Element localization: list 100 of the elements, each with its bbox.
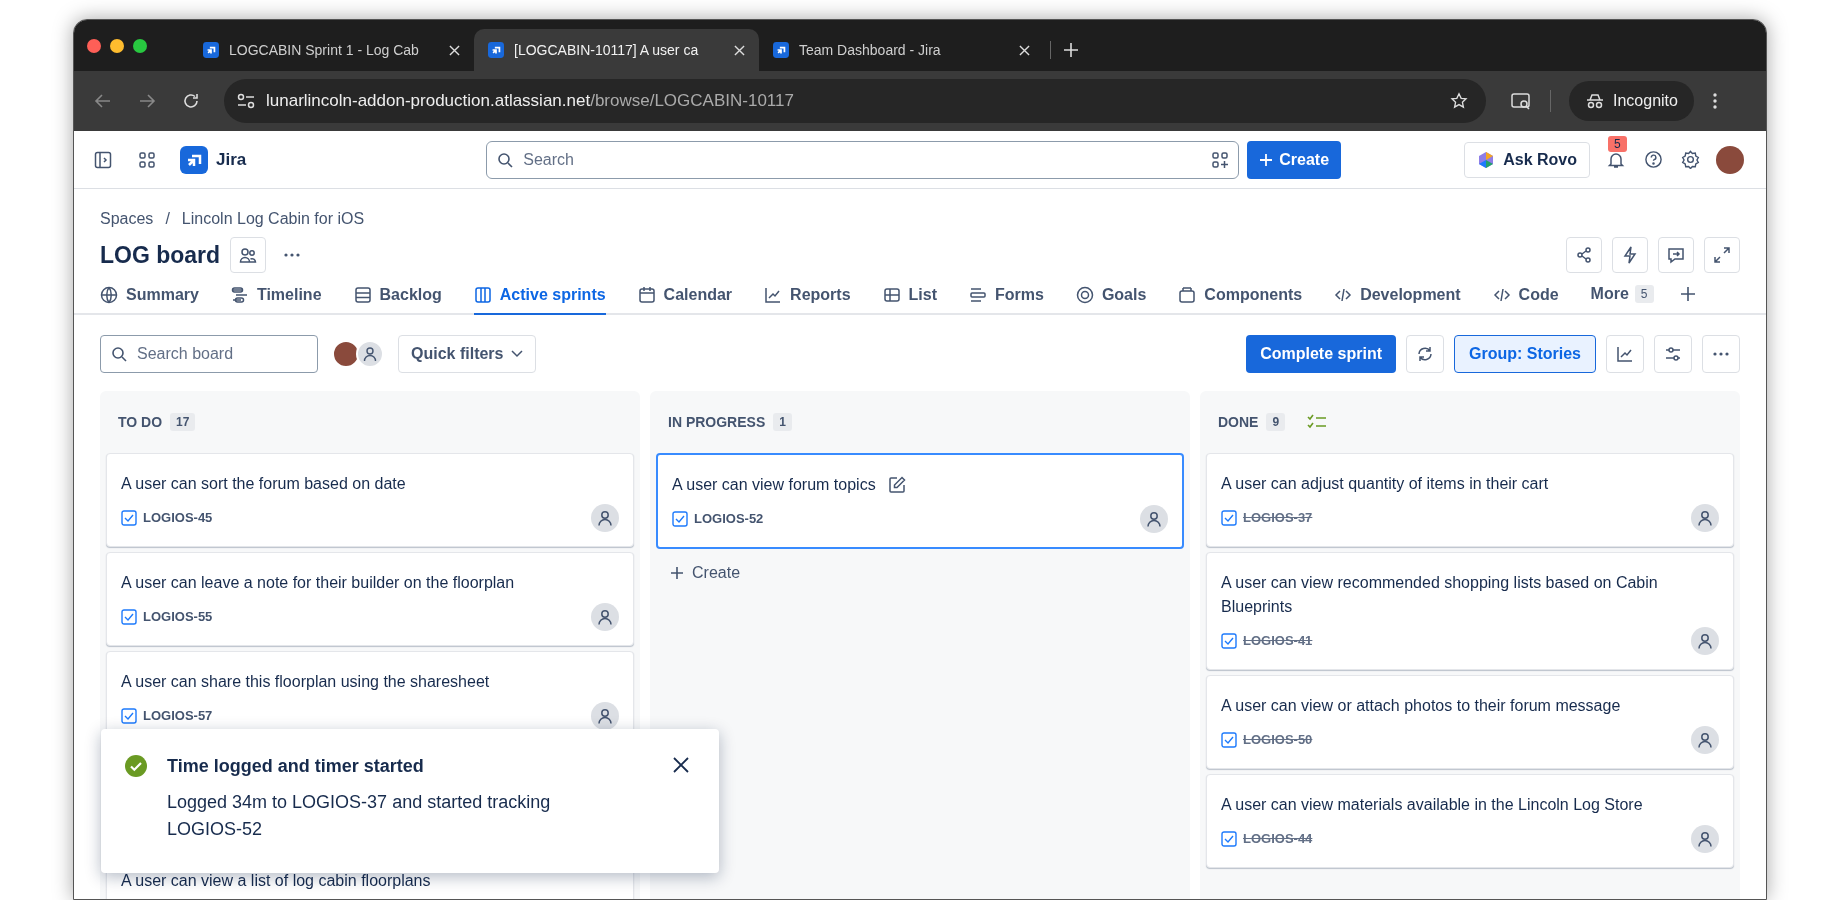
issue-key[interactable]: LOGIOS-55	[143, 607, 213, 627]
nav-tab[interactable]: Backlog	[353, 277, 442, 315]
issue-summary: A user can view a list of log cabin floorplans	[121, 871, 431, 891]
back-icon[interactable]	[94, 92, 112, 110]
issue-card[interactable]: A user can view or attach photos to their forum message LOGIOS-50	[1206, 675, 1734, 769]
issue-key[interactable]: LOGIOS-45	[143, 508, 213, 528]
unassigned-avatar[interactable]	[1140, 505, 1168, 533]
close-tab-icon[interactable]	[1019, 44, 1030, 56]
apps-grid-icon[interactable]	[138, 150, 156, 169]
search-tabs-icon[interactable]	[1510, 91, 1532, 111]
nav-tab[interactable]: Reports	[764, 277, 851, 315]
jira-logo-icon[interactable]	[180, 145, 208, 174]
nav-tab[interactable]: Active sprints	[473, 277, 606, 315]
issue-count: 17	[170, 413, 196, 431]
add-icon[interactable]	[1679, 286, 1696, 302]
unassigned-avatar[interactable]	[591, 504, 619, 532]
forward-icon[interactable]	[138, 92, 156, 110]
lightning-icon	[1621, 246, 1639, 264]
unassigned-avatar[interactable]	[1691, 504, 1719, 532]
issue-key[interactable]: LOGIOS-37	[1243, 508, 1313, 528]
nav-tab[interactable]: Forms	[969, 277, 1044, 315]
quick-filters-dropdown[interactable]: Quick filters	[398, 335, 537, 373]
edit-icon[interactable]	[887, 476, 906, 494]
nav-tab[interactable]: Timeline	[230, 277, 322, 315]
nav-tab[interactable]: Code	[1492, 277, 1559, 315]
issue-key[interactable]: LOGIOS-52	[694, 509, 764, 529]
issue-card[interactable]: A user can leave a note for their builder on the floorplan LOGIOS-55	[106, 552, 634, 646]
maximize-window-button[interactable]	[133, 38, 147, 53]
unassigned-avatar[interactable]	[1691, 627, 1719, 655]
insights-button[interactable]	[1606, 335, 1644, 373]
complete-sprint-button[interactable]: Complete sprint	[1246, 335, 1396, 373]
site-settings-icon[interactable]	[236, 92, 256, 110]
group-by-button[interactable]: Group: Stories	[1454, 335, 1596, 373]
nav-tab[interactable]: List	[882, 277, 937, 315]
unassigned-avatar[interactable]	[356, 340, 384, 368]
create-issue-button[interactable]: Create	[664, 557, 747, 589]
notifications-bell-icon[interactable]	[1607, 150, 1625, 169]
breadcrumb-link[interactable]: Spaces	[100, 207, 154, 231]
nav-tab[interactable]: Goals	[1075, 277, 1147, 315]
new-tab-icon[interactable]	[1063, 42, 1079, 58]
jira-logo-icon	[203, 42, 219, 58]
issue-card[interactable]: A user can adjust quantity of items in their cart LOGIOS-37	[1206, 453, 1734, 547]
close-window-button[interactable]	[87, 38, 101, 53]
issue-key[interactable]: LOGIOS-57	[143, 706, 213, 726]
issue-card[interactable]: A user can view recommended shopping lists based on Cabin Blueprints LOGIOS-41	[1206, 552, 1734, 670]
issue-key[interactable]: LOGIOS-50	[1243, 730, 1313, 750]
settings-icon[interactable]	[1681, 150, 1700, 169]
feedback-button[interactable]	[1658, 237, 1694, 273]
more-tab[interactable]: More 5	[1590, 275, 1654, 313]
search-board-field[interactable]: Search board	[100, 335, 318, 373]
browser-tab[interactable]: LOGCABIN Sprint 1 - Log Cab	[189, 29, 474, 71]
unassigned-avatar[interactable]	[591, 702, 619, 730]
bookmark-star-icon[interactable]	[1450, 92, 1468, 110]
refresh-icon	[1416, 345, 1434, 363]
reload-icon[interactable]	[182, 92, 200, 110]
timeline-icon	[230, 286, 249, 304]
help-icon[interactable]	[1644, 150, 1663, 169]
more-options-icon[interactable]	[284, 253, 301, 257]
unassigned-avatar[interactable]	[1691, 726, 1719, 754]
close-icon[interactable]	[673, 757, 689, 773]
app-name[interactable]: Jira	[216, 146, 247, 173]
nav-tab[interactable]: Summary	[100, 277, 199, 315]
people-icon	[239, 246, 258, 264]
create-button[interactable]: Create	[1247, 140, 1342, 179]
menu-icon[interactable]	[1711, 92, 1718, 110]
address-bar[interactable]: lunarlincoln-addon-production.atlassian.net/browse/LOGCABIN-10117	[224, 79, 1486, 123]
issue-key[interactable]: LOGIOS-41	[1243, 631, 1313, 651]
incognito-badge[interactable]: Incognito	[1569, 81, 1694, 121]
issue-card[interactable]: A user can view materials available in the Lincoln Log Store LOGIOS-44	[1206, 774, 1734, 868]
unassigned-avatar[interactable]	[591, 603, 619, 631]
ask-rovo-button[interactable]: Ask Rovo	[1464, 141, 1590, 178]
automation-button[interactable]	[1612, 237, 1648, 273]
nav-tab[interactable]: Development	[1334, 277, 1461, 315]
sidebar-toggle-icon[interactable]	[94, 150, 112, 169]
story-checkbox-icon	[121, 510, 137, 526]
issue-key[interactable]: LOGIOS-44	[1243, 829, 1313, 849]
browser-tab[interactable]: [LOGCABIN-10117] A user ca	[474, 29, 759, 71]
user-avatar[interactable]	[332, 340, 360, 368]
issue-count: 9	[1266, 413, 1286, 431]
filter-add-icon[interactable]	[1211, 150, 1230, 169]
close-tab-icon[interactable]	[449, 44, 460, 56]
search-field[interactable]: Search	[486, 140, 1240, 179]
code-icon	[1334, 286, 1353, 304]
nav-tab[interactable]: Components	[1178, 277, 1303, 315]
browser-tab[interactable]: Team Dashboard - Jira	[759, 29, 1044, 71]
issue-card[interactable]: A user can sort the forum based on date LOGIOS-45	[106, 453, 634, 547]
user-avatar[interactable]	[1716, 145, 1744, 174]
issue-card[interactable]: A user can view forum topics LOGIOS-52	[656, 453, 1184, 549]
close-tab-icon[interactable]	[734, 44, 745, 56]
nav-tab[interactable]: Calendar	[637, 277, 733, 315]
share-button[interactable]	[1566, 237, 1602, 273]
board-icon	[473, 286, 492, 304]
fullscreen-button[interactable]	[1704, 237, 1740, 273]
view-settings-button[interactable]	[1654, 335, 1692, 373]
minimize-window-button[interactable]	[110, 38, 124, 53]
breadcrumb-link[interactable]: Lincoln Log Cabin for iOS	[181, 207, 365, 231]
more-options-icon	[1713, 352, 1729, 356]
sprint-history-button[interactable]	[1406, 335, 1444, 373]
team-button[interactable]	[230, 237, 267, 273]
unassigned-avatar[interactable]	[1691, 825, 1719, 853]
